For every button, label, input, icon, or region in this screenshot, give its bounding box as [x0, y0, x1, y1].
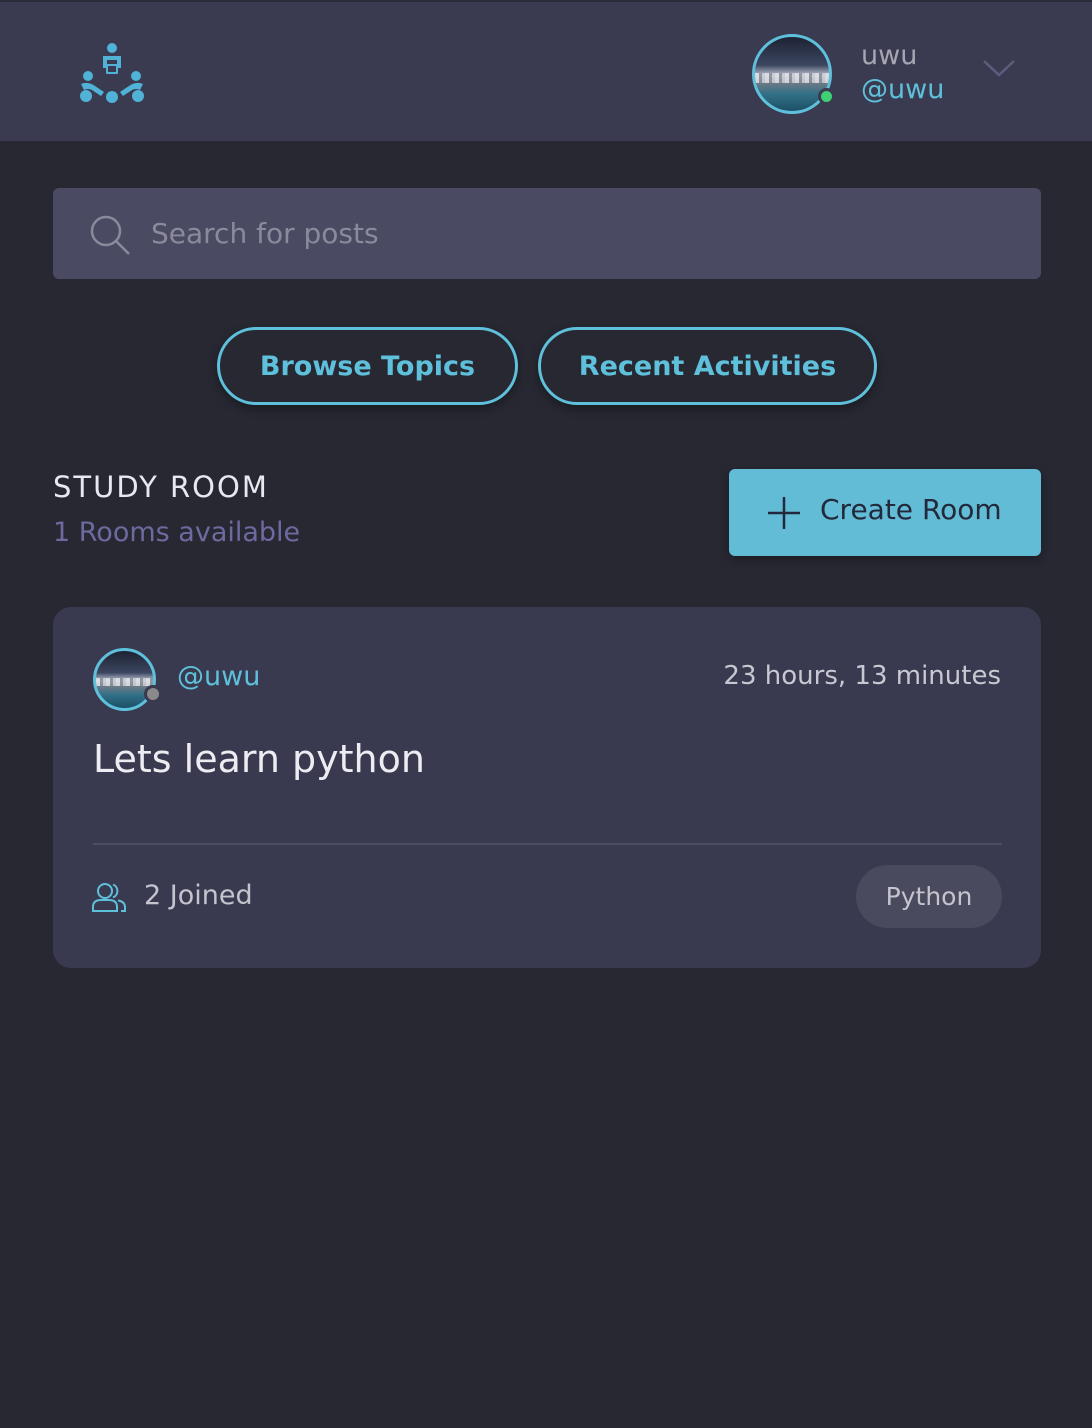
joined-count: 2 Joined — [144, 880, 253, 911]
online-status-indicator — [818, 88, 835, 105]
study-group-logo-icon[interactable] — [79, 42, 145, 104]
section-title: STUDY ROOM — [53, 470, 269, 504]
recent-activities-button[interactable]: Recent Activities — [538, 327, 877, 405]
offline-status-indicator — [144, 685, 162, 703]
chevron-down-icon[interactable] — [982, 56, 1016, 80]
topic-tag[interactable]: Python — [856, 865, 1002, 928]
search-input[interactable] — [151, 188, 1011, 279]
user-display-name: uwu — [861, 40, 918, 71]
search-icon — [90, 215, 130, 255]
search-bar — [53, 188, 1041, 279]
create-room-label: Create Room — [820, 493, 1002, 526]
divider — [93, 843, 1002, 845]
avatar-photo — [755, 72, 829, 83]
top-navigation-bar: uwu @uwu — [0, 0, 1092, 141]
user-handle: @uwu — [861, 74, 945, 105]
create-room-button[interactable]: Create Room — [729, 469, 1041, 556]
host-avatar[interactable] — [93, 648, 156, 711]
plus-icon — [768, 497, 800, 529]
people-icon — [92, 883, 126, 912]
room-timestamp: 23 hours, 13 minutes — [723, 661, 1001, 691]
browse-topics-button[interactable]: Browse Topics — [217, 327, 518, 405]
avatar-photo — [96, 678, 153, 687]
rooms-count: 1 Rooms available — [53, 517, 301, 548]
room-title-link[interactable]: Lets learn python — [93, 737, 425, 781]
room-card[interactable]: @uwu 23 hours, 13 minutes Lets learn pyt… — [53, 607, 1041, 968]
host-handle-link[interactable]: @uwu — [177, 661, 260, 692]
